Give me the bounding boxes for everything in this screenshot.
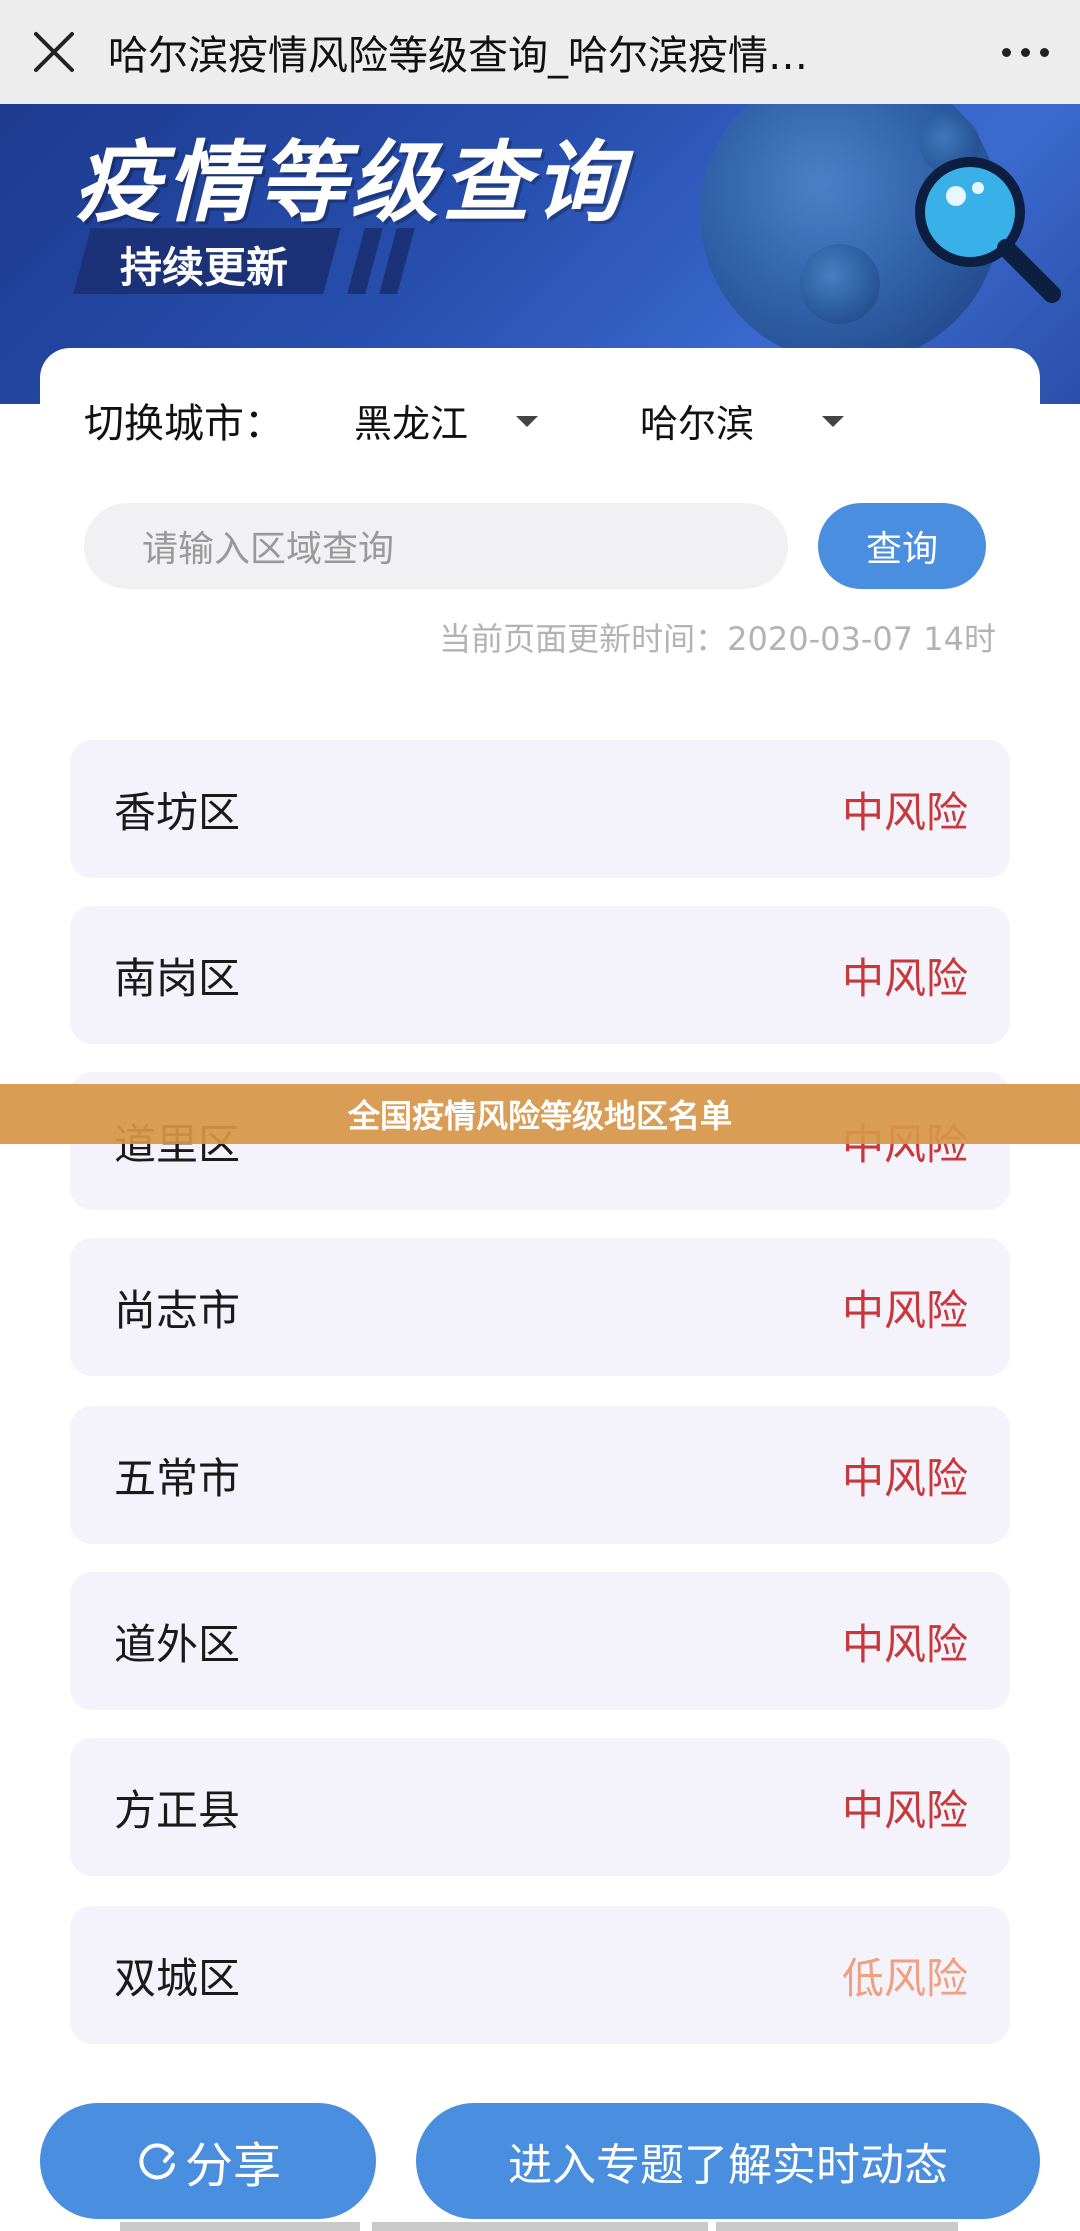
district-name: 双城区 [114, 1953, 241, 2003]
list-item[interactable]: 南岗区 中风险 [70, 906, 1010, 1044]
page-title: 哈尔滨疫情风险等级查询_哈尔滨疫情… [108, 33, 808, 79]
city-switch-label: 切换城市： [84, 401, 284, 447]
risk-level: 中风险 [841, 953, 968, 1003]
district-name: 香坊区 [114, 787, 241, 837]
search-button[interactable]: 查询 [818, 503, 986, 589]
district-name: 五常市 [114, 1453, 241, 1503]
close-icon [34, 32, 74, 72]
district-name: 道外区 [114, 1619, 241, 1669]
risk-level: 中风险 [841, 1453, 968, 1503]
city-value: 哈尔滨 [640, 401, 755, 446]
close-button[interactable] [0, 0, 108, 104]
more-dots-icon [1001, 47, 1011, 57]
magnifier-icon [915, 157, 1061, 303]
caret-down-icon [822, 416, 844, 427]
share-refresh-icon [139, 2143, 175, 2180]
enter-topic-button[interactable]: 进入专题了解实时动态 [416, 2103, 1040, 2219]
share-button[interactable]: 分享 [40, 2103, 376, 2219]
browser-top-bar: 哈尔滨疫情风险等级查询_哈尔滨疫情… [0, 0, 1080, 104]
list-item[interactable]: 道外区 中风险 [70, 1572, 1010, 1710]
caption-banner: 全国疫情风险等级地区名单 [0, 1084, 1080, 1144]
list-item[interactable]: 方正县 中风险 [70, 1738, 1010, 1876]
district-name: 南岗区 [114, 953, 241, 1003]
risk-level: 中风险 [841, 1785, 968, 1835]
more-options-button[interactable] [970, 0, 1080, 104]
city-select[interactable]: 哈尔滨 [640, 390, 860, 450]
district-name: 尚志市 [114, 1285, 241, 1335]
caret-down-icon [516, 416, 538, 427]
list-item[interactable]: 五常市 中风险 [70, 1406, 1010, 1544]
banner-tag: 持续更新 [120, 243, 289, 292]
update-time: 当前页面更新时间：2020-03-07 14时 [439, 620, 996, 658]
search-input[interactable]: 请输入区域查询 [84, 503, 788, 589]
search-placeholder: 请输入区域查询 [142, 529, 395, 570]
risk-level: 中风险 [841, 1619, 968, 1669]
risk-level: 中风险 [841, 1285, 968, 1335]
list-item[interactable]: 双城区 低风险 [70, 1906, 1010, 2044]
province-select[interactable]: 黑龙江 [354, 390, 554, 450]
banner-title: 疫情等级查询 [74, 131, 627, 234]
risk-level: 中风险 [841, 787, 968, 837]
list-item[interactable]: 尚志市 中风险 [70, 1238, 1010, 1376]
district-name: 方正县 [114, 1785, 241, 1835]
list-item[interactable]: 香坊区 中风险 [70, 740, 1010, 878]
risk-level: 低风险 [841, 1953, 968, 2003]
province-value: 黑龙江 [354, 401, 469, 446]
